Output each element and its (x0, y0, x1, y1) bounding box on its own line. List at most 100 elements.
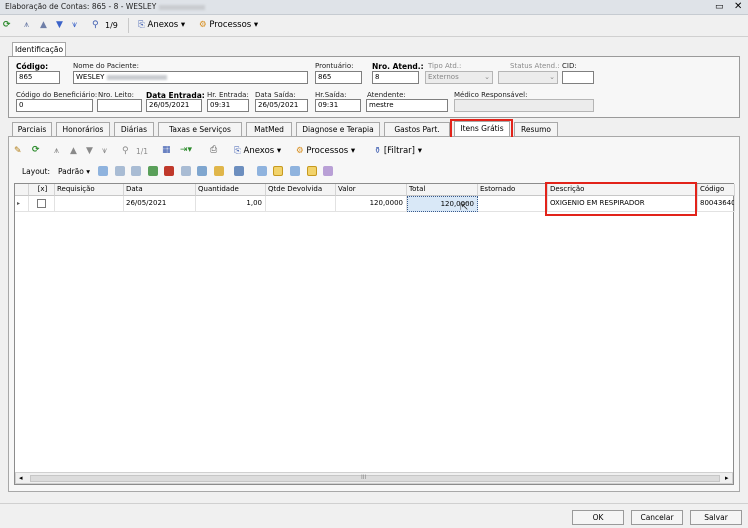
save-button[interactable]: Salvar (690, 510, 742, 525)
first-record-icon[interactable]: ⩚ (54, 146, 59, 156)
cell-valor[interactable]: 120,0000 (336, 196, 407, 212)
view-detail-icon[interactable] (306, 166, 317, 176)
hr-entrada-field[interactable]: 09:31 (207, 99, 249, 112)
export-icon[interactable]: ⇥▾ (180, 145, 192, 155)
cod-benef-field[interactable]: 0 (16, 99, 93, 112)
padrao-dropdown[interactable]: Padrão ▾ (58, 167, 90, 176)
font-icon[interactable] (323, 166, 334, 176)
layout-label: Layout: (22, 167, 51, 176)
col-header-codigo[interactable]: Código (698, 184, 735, 196)
filtrar-button[interactable]: ⚱ [Filtrar] ▾ (374, 146, 422, 156)
row-indicator[interactable]: ▸ (15, 196, 29, 212)
anexos-button[interactable]: ⎘ Anexos ▾ (138, 20, 185, 30)
scroll-thumb[interactable] (30, 475, 720, 482)
calendar-icon[interactable]: ▦ (162, 145, 171, 155)
data-saida-field[interactable]: 26/05/2021 (255, 99, 308, 112)
codigo-field[interactable]: 865 (16, 71, 60, 84)
tab-diarias[interactable]: Diárias (114, 122, 154, 136)
row-checkbox-cell[interactable] (29, 196, 55, 212)
cell-qtde-devolvida[interactable] (266, 196, 336, 212)
col-header-requisicao[interactable]: Requisição (55, 184, 124, 196)
inner-processos-label: Processos (306, 146, 349, 156)
nro-atend-field[interactable]: 8 (372, 71, 419, 84)
ok-button[interactable]: OK (572, 510, 624, 525)
last-record-icon[interactable]: ⩛ (72, 20, 77, 30)
anexos-label: Anexos (147, 20, 179, 30)
tab-gastos-part[interactable]: Gastos Part. (384, 122, 450, 136)
tab-diagnose-terapia[interactable]: Diagnose e Terapia (296, 122, 380, 136)
data-entrada-field[interactable]: 26/05/2021 (146, 99, 202, 112)
tab-taxas-servicos[interactable]: Taxas e Serviços (158, 122, 242, 136)
cell-codigo[interactable]: 80043640 (698, 196, 735, 212)
tab-parciais[interactable]: Parciais (12, 122, 52, 136)
record-nav: 1/9 (105, 21, 118, 30)
print-icon[interactable]: ⎙ (210, 145, 217, 155)
cancel-button[interactable]: Cancelar (631, 510, 683, 525)
process-gear-icon: ⚙ (199, 20, 207, 30)
restore-icon[interactable]: ▭ (715, 2, 724, 12)
tab-resumo[interactable]: Resumo (514, 122, 558, 136)
view-list-icon[interactable] (290, 166, 301, 176)
refresh-icon[interactable]: ⟳ (32, 145, 40, 155)
scroll-left-icon[interactable]: ◂ (19, 474, 23, 482)
layout-expand-icon[interactable] (197, 166, 208, 176)
scroll-right-icon[interactable]: ▸ (725, 474, 729, 482)
cid-field[interactable] (562, 71, 594, 84)
inner-anexos-label: Anexos (243, 146, 275, 156)
inner-processos-button[interactable]: ⚙ Processos ▾ (296, 146, 355, 156)
col-header-data[interactable]: Data (124, 184, 196, 196)
blurred-name (107, 74, 168, 80)
next-record-icon[interactable]: ▼ (86, 146, 93, 156)
close-icon[interactable]: ✕ (734, 1, 742, 12)
col-header-valor[interactable]: Valor (336, 184, 407, 196)
cell-estornado[interactable] (478, 196, 548, 212)
inner-record-nav: 1/1 (136, 147, 149, 156)
tab-identificacao[interactable]: Identificação (12, 42, 66, 57)
chevron-down-icon: ⌄ (484, 73, 490, 81)
prontuario-field[interactable]: 865 (315, 71, 362, 84)
layout-grid-icon[interactable] (98, 166, 108, 176)
refresh-icon[interactable]: ⟳ (3, 20, 11, 30)
cod-benef-label: Código do Beneficiário: (16, 91, 98, 99)
inner-anexos-button[interactable]: ⎘ Anexos ▾ (234, 146, 281, 156)
scroll-grip: III (361, 474, 367, 481)
atendente-field[interactable]: mestre (366, 99, 448, 112)
col-header-quantidade[interactable]: Quantidade (196, 184, 266, 196)
window-title: Elaboração de Contas: 865 - 8 - WESLEY (5, 2, 157, 11)
pdf-icon[interactable] (164, 166, 175, 176)
layout-columns-icon[interactable] (131, 166, 142, 176)
view-icon[interactable] (256, 166, 267, 176)
layout-table-icon[interactable] (114, 166, 125, 176)
prev-record-icon[interactable]: ▲ (40, 20, 47, 30)
cell-data[interactable]: 26/05/2021 (124, 196, 196, 212)
tab-honorarios[interactable]: Honorários (56, 122, 110, 136)
cell-requisicao[interactable] (55, 196, 124, 212)
first-record-icon[interactable]: ⩚ (24, 20, 29, 30)
prev-record-icon[interactable]: ▲ (70, 146, 77, 156)
cell-quantidade[interactable]: 1,00 (196, 196, 266, 212)
padrao-label: Padrão (58, 167, 84, 176)
col-header-estornado[interactable]: Estornado (478, 184, 548, 196)
hr-saida-field[interactable]: 09:31 (315, 99, 361, 112)
nome-field[interactable]: WESLEY (73, 71, 308, 84)
view-active-icon[interactable] (273, 166, 284, 176)
layout-icon-strip (98, 166, 368, 177)
edit-icon[interactable]: ✎ (14, 146, 22, 156)
col-header-total[interactable]: Total (407, 184, 478, 196)
next-record-icon[interactable]: ▼ (56, 20, 63, 30)
layout-save-icon[interactable] (213, 166, 224, 176)
find-icon[interactable]: ⚲ (122, 146, 129, 156)
chart-icon[interactable] (234, 166, 245, 176)
tab-matmed[interactable]: MatMed (246, 122, 292, 136)
excel-icon[interactable] (147, 166, 158, 176)
last-record-icon[interactable]: ⩛ (102, 146, 107, 156)
layout-rows-icon[interactable] (180, 166, 191, 176)
processos-button[interactable]: ⚙ Processos ▾ (199, 20, 258, 30)
col-header-check[interactable]: [x] (29, 184, 55, 196)
horizontal-scrollbar[interactable]: ◂ III ▸ (15, 472, 733, 484)
nro-leito-field[interactable] (97, 99, 142, 112)
blurred-patient-name (159, 4, 206, 10)
row-checkbox[interactable] (37, 199, 46, 208)
find-icon[interactable]: ⚲ (92, 20, 99, 30)
col-header-qtde-devolvida[interactable]: Qtde Devolvida (266, 184, 336, 196)
